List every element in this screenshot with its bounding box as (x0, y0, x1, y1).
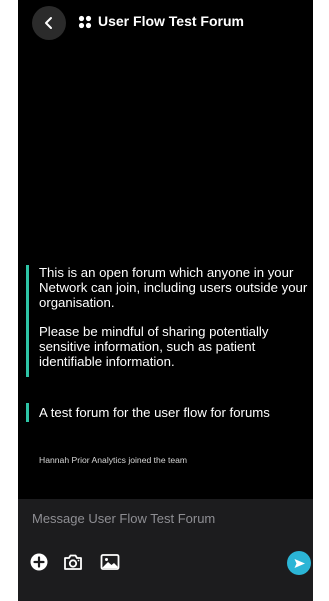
system-message: Hannah Prior Analytics joined the team (39, 455, 188, 465)
forum-description-message: A test forum for the user flow for forum… (26, 403, 313, 422)
plus-circle-icon[interactable] (30, 553, 48, 571)
info-paragraph: Please be mindful of sharing potentially… (39, 324, 269, 369)
four-dots-icon (78, 15, 92, 29)
image-icon[interactable] (100, 553, 120, 571)
send-button[interactable] (287, 551, 311, 575)
send-icon (294, 558, 305, 568)
chat-screen: User Flow Test Forum This is an open for… (18, 0, 313, 601)
header: User Flow Test Forum (18, 0, 313, 44)
forum-info-message: This is an open forum which anyone in yo… (26, 265, 313, 377)
message-composer (18, 499, 313, 601)
back-button[interactable] (32, 6, 66, 40)
page-title: User Flow Test Forum (98, 13, 244, 29)
message-input[interactable] (32, 511, 302, 526)
info-paragraph: This is an open forum which anyone in yo… (39, 265, 308, 310)
chevron-left-icon (45, 17, 52, 29)
camera-icon[interactable] (63, 553, 83, 571)
